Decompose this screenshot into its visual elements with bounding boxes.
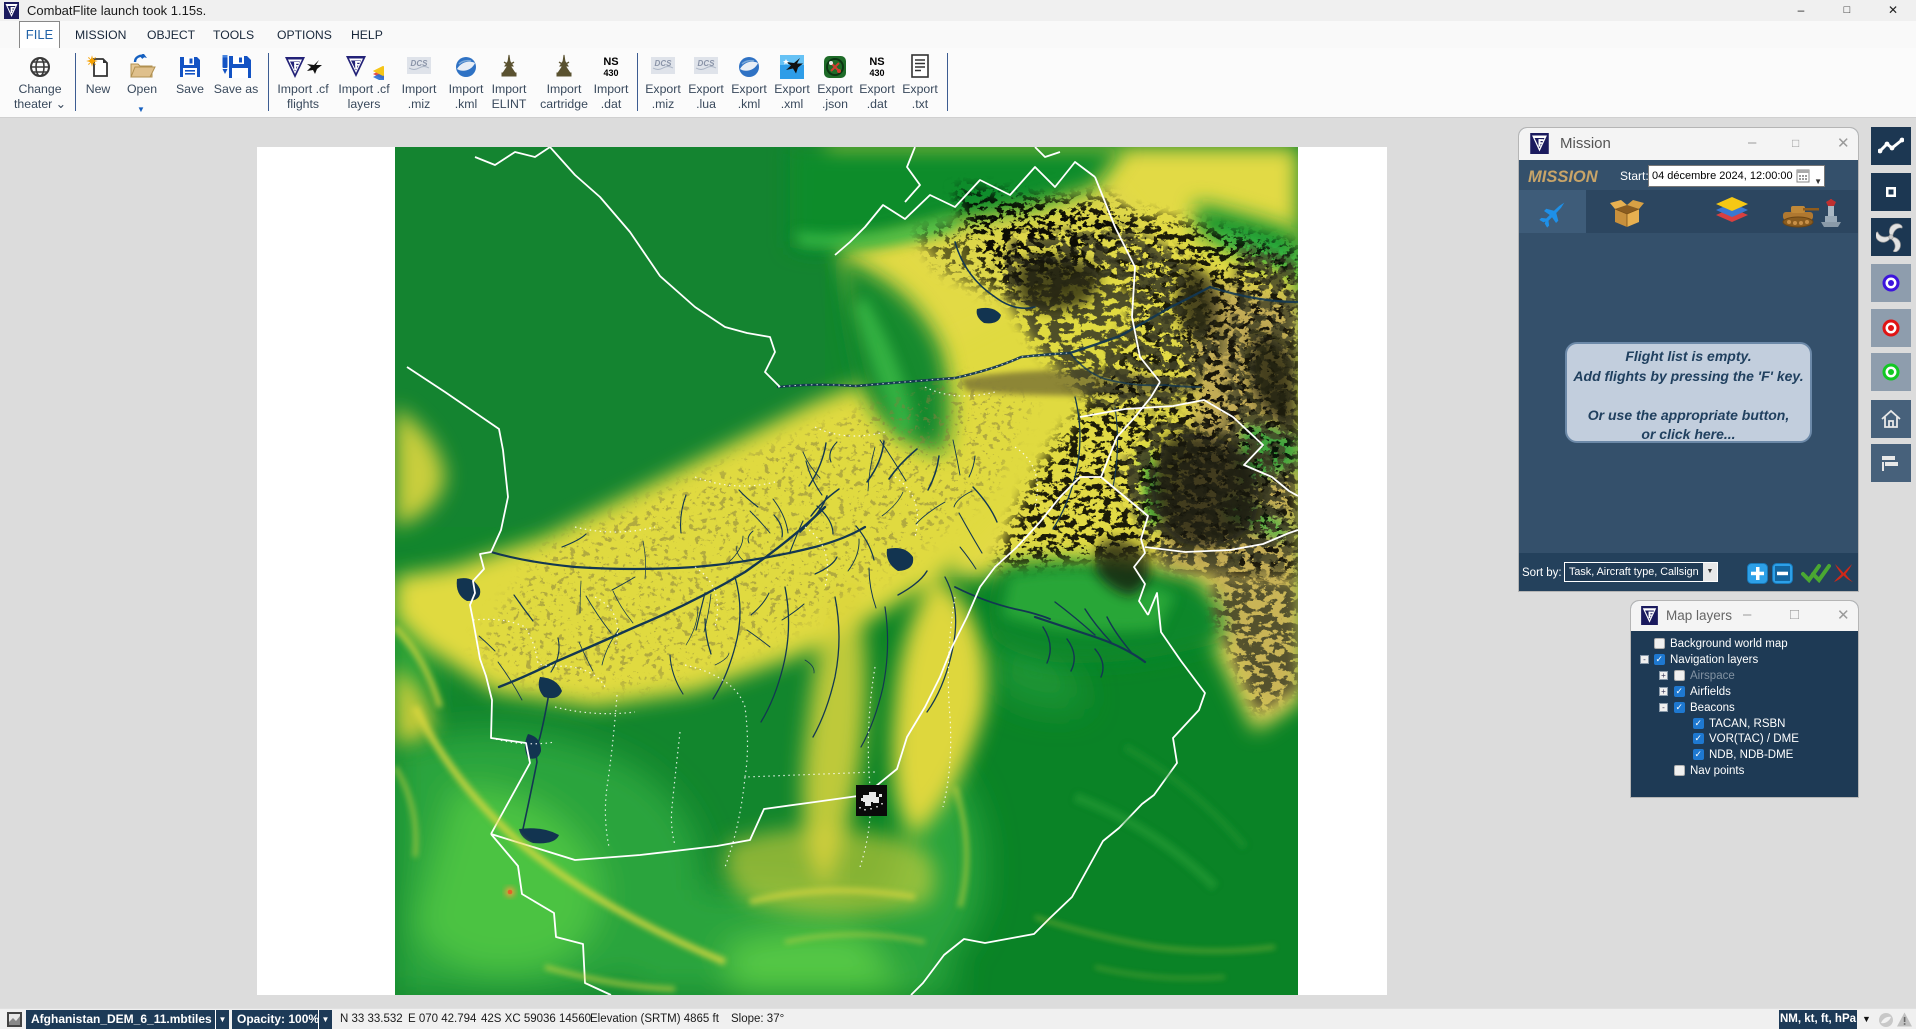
svg-text:430: 430 bbox=[869, 68, 884, 78]
svg-text:NS: NS bbox=[603, 56, 618, 68]
svg-text:NS: NS bbox=[869, 56, 884, 68]
svg-text:430: 430 bbox=[603, 68, 618, 78]
